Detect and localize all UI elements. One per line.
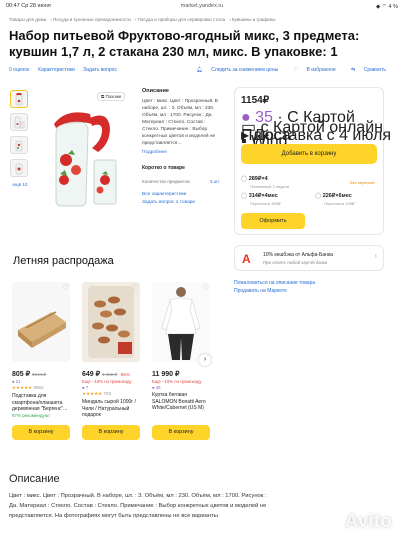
breadcrumb-item[interactable]: Посуда и приборы для сервировки стола [138, 17, 226, 22]
radio-icon: ◯ [241, 176, 248, 182]
chevron-right-icon: › [374, 253, 377, 260]
add-to-cart-button[interactable]: Добавить в корзину [241, 144, 377, 164]
description-section-title: Описание [9, 473, 60, 485]
jug-thumb-image [14, 116, 25, 129]
favorite-button[interactable]: ♡ В избранное [287, 67, 336, 73]
more-thumbnails-link[interactable]: ещё 10 [10, 182, 30, 187]
breadcrumb-item[interactable]: Товары для дома [9, 17, 46, 22]
ask-about-product-link[interactable]: Задать вопрос о товаре [142, 200, 220, 205]
all-characteristics-link[interactable]: Все характеристики [142, 192, 220, 197]
installment-option-1[interactable]: ◯ 314₽×4мес [241, 193, 278, 199]
installment-note-1: Переплата 359₽ [250, 201, 281, 206]
short-description: Описание Цвет : микс. Цвет : Прозрачный.… [142, 88, 220, 205]
split-price[interactable]: ◯ 289₽×4 [241, 176, 268, 182]
card-rating: ★★★★★ 793 [82, 391, 111, 396]
card-installment: ● 7 [82, 385, 89, 390]
more-link[interactable]: Подробнее [142, 150, 220, 155]
thumbnail[interactable] [10, 113, 28, 131]
product-card[interactable]: ♡ 805 ₽ 8644 ₽ ● 21 ★★★★★ 8963 Подставка… [12, 282, 70, 440]
price: 1154₽ [241, 95, 270, 106]
bell-icon: 🔔︎ [196, 67, 203, 73]
characteristics-link[interactable]: Характеристики [38, 67, 75, 73]
heart-icon[interactable]: ♡ [202, 283, 209, 292]
thumbnail[interactable] [10, 159, 28, 177]
card-name[interactable]: Миндаль сырой 1000г / Чили / Натуральный… [82, 399, 140, 426]
short-about-heading: Коротко о товаре [142, 165, 185, 171]
add-to-cart-button[interactable]: В корзину [152, 425, 210, 440]
heart-icon[interactable]: ♡ [132, 283, 139, 292]
add-to-cart-button[interactable]: В корзину [82, 425, 140, 440]
description-heading: Описание [142, 88, 169, 94]
heart-icon[interactable]: ♡ [62, 283, 69, 292]
breadcrumb-item[interactable]: Посуда и кухонные принадлежности [53, 17, 131, 22]
product-meta: 0 оценок Характеристики Задать вопрос [9, 67, 124, 73]
alfa-sub: При оплате любой картой банка [263, 260, 328, 265]
alfa-text: 10% кешбэка от Альфа-Банка [263, 252, 333, 258]
card-name[interactable]: Подставка для смартфона/планшета деревян… [12, 393, 70, 420]
qty-row: Количество предметов 3 шт. [142, 179, 220, 184]
product-card[interactable]: ♡ 11 990 ₽ Ещё −10% по промокоду ● 36 Ку… [152, 282, 210, 440]
checkout-button[interactable]: Оформить [241, 213, 305, 229]
breadcrumb-item[interactable]: Кувшины и графины [232, 17, 276, 22]
carousel-next-button[interactable]: › [199, 354, 211, 366]
jug-thumb-image [15, 140, 23, 152]
status-battery: ◆ ⌔ 4 % [376, 4, 398, 10]
description-section-text: Цвет : микс. Цвет : Прозрачный. В наборе… [9, 493, 267, 519]
jug-thumb-image [15, 163, 23, 175]
price-watch-button[interactable]: 🔔︎ Следить за снижением цены [190, 67, 279, 73]
radio-icon: ◯ [315, 193, 322, 199]
avito-watermark: Avito [345, 511, 392, 531]
card-installment: ● 36 [152, 385, 161, 390]
product-title: Набор питьевой Фруктово-ягодный микс, 3 … [9, 28, 360, 59]
card-price: 11 990 ₽ [152, 371, 180, 378]
radio-icon: ◯ [241, 193, 248, 199]
stars-icon: ★★★★★ [12, 385, 33, 390]
image-search-icon: ⧉ [101, 94, 105, 99]
alfa-cashback-banner[interactable]: А 10% кешбэка от Альфа-Банка При оплате … [234, 245, 384, 271]
report-description-link[interactable]: Пожаловаться на описание товара [234, 280, 315, 286]
breadcrumb: Товары для дома › Посуда и кухонные прина… [9, 17, 276, 22]
jug-thumb-image [15, 93, 23, 106]
card-name[interactable]: Куртка беговая SALOMON Bonatti Aero Whit… [152, 392, 210, 419]
sell-on-market-link[interactable]: Продавать на Маркете [234, 288, 287, 294]
thumbnail[interactable] [10, 136, 28, 154]
card-promo: Ещё −10% по промокоду [152, 379, 202, 384]
card-price: 805 ₽ 8644 ₽ [12, 371, 47, 378]
ask-question-link[interactable]: Задать вопрос [83, 67, 117, 73]
installment-note-2: Переплата 199₽ [324, 201, 355, 206]
installment-option-2[interactable]: ◯ 226₽×6мес [315, 193, 352, 199]
stand-image [12, 282, 70, 362]
product-main-image[interactable] [36, 88, 136, 216]
almond-image [82, 282, 140, 362]
card-price: 649 ₽ 1 450 ₽ -55% [82, 371, 130, 378]
status-bar: 00:47 Ср 28 июня market.yandex.ru ◆ ⌔ 4 … [0, 0, 404, 12]
card-rating: ★★★★★ 8963 [12, 385, 44, 390]
rating-count-link[interactable]: 0 оценок [9, 67, 29, 73]
compare-icon: ⇆ [351, 67, 356, 73]
chevron-right-icon: › [203, 356, 207, 363]
similar-badge[interactable]: ⧉ Похоже [97, 92, 126, 101]
jacket-image [152, 282, 210, 362]
no-overpay-badge: Без переплат [350, 180, 376, 185]
heart-icon: ♡ [293, 67, 299, 73]
card-installment: ● 21 [12, 379, 21, 384]
description-text: Цвет : микс. Цвет : Прозрачный. В наборе… [142, 99, 218, 146]
stars-icon: ★★★★★ [82, 391, 103, 396]
url-bar[interactable]: market.yandex.ru [0, 3, 404, 9]
thumbnail[interactable] [10, 90, 28, 108]
product-actions: 🔔︎ Следить за снижением цены ♡ В избранн… [183, 67, 387, 73]
add-to-cart-button[interactable]: В корзину [12, 425, 70, 440]
compare-button[interactable]: ⇆ Сравнить [344, 67, 386, 73]
split-note: Платёжный 2 недели [250, 184, 290, 189]
card-promo: Ещё −10% по промокоду [82, 379, 132, 384]
sale-section-title: Летняя распродажа [13, 255, 114, 267]
thumbnail-list: ещё 10 [10, 90, 30, 187]
alfa-bank-logo-icon: А [242, 252, 251, 266]
product-card[interactable]: ♡ 649 ₽ 1 450 ₽ -55% Ещё −10% по промоко… [82, 282, 140, 440]
